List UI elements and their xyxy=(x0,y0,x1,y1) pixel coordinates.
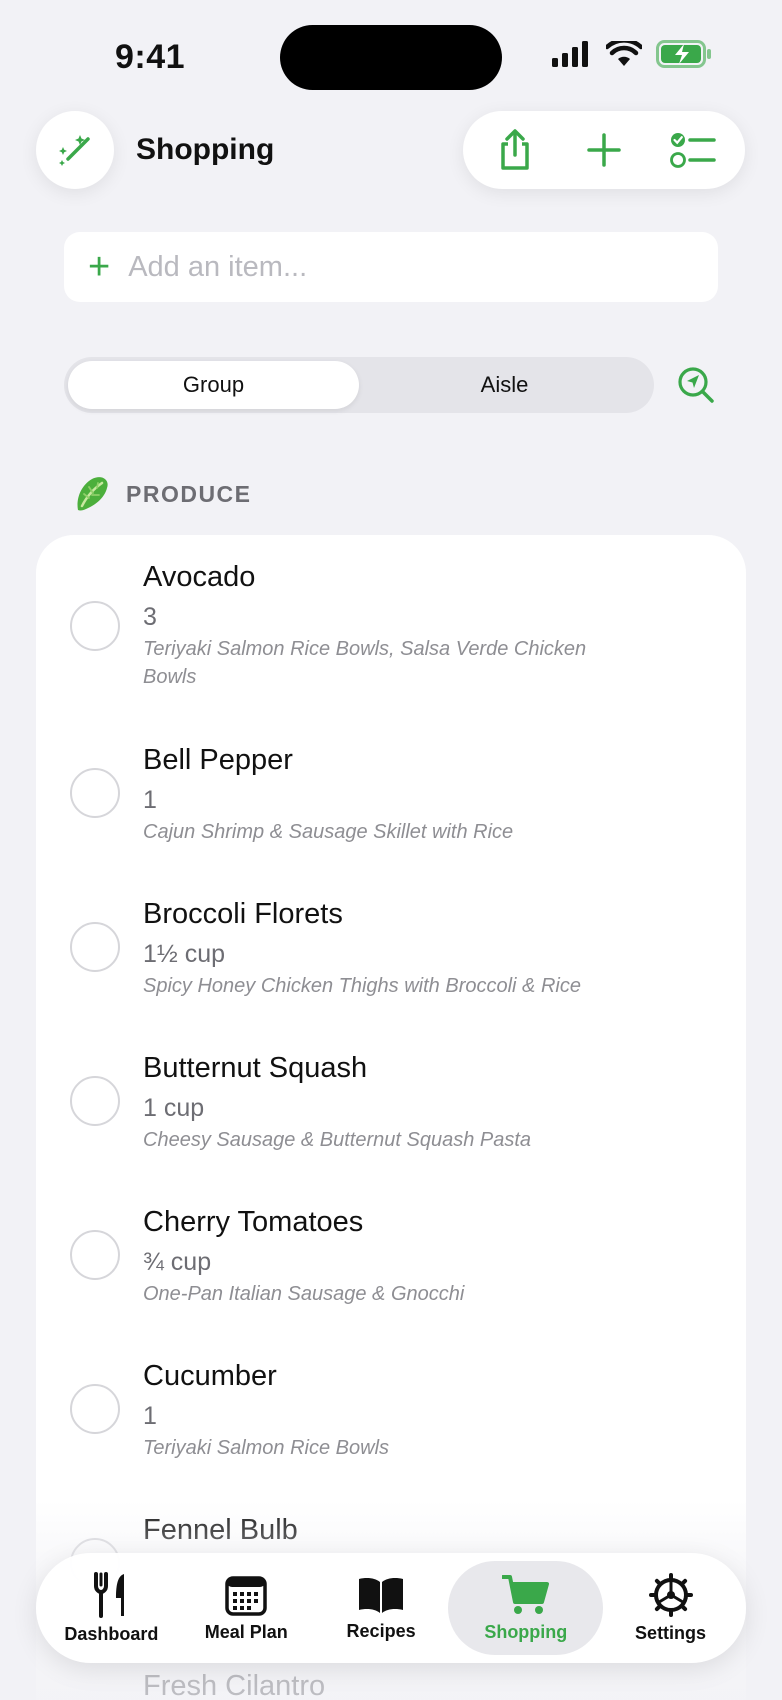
item-name: Avocado xyxy=(143,561,256,593)
tab-settings[interactable]: Settings xyxy=(603,1561,738,1655)
add-item-field[interactable]: + Add an item... xyxy=(64,232,718,302)
item-recipes: Spicy Honey Chicken Thighs with Broccoli… xyxy=(143,975,581,997)
share-icon xyxy=(501,129,530,170)
status-icons xyxy=(552,40,712,68)
tab-meal-plan[interactable]: Meal Plan xyxy=(179,1561,314,1655)
share-button[interactable] xyxy=(480,115,550,185)
header-actions xyxy=(463,111,745,189)
tab-label: Meal Plan xyxy=(204,1621,288,1642)
item-quantity: 1 cup xyxy=(143,1094,205,1122)
tab-bar: Dashboard Meal Plan Recipes Shopping Set… xyxy=(36,1553,746,1663)
item-recipes: Teriyaki Salmon Rice Bowls xyxy=(143,1437,390,1459)
add-item-placeholder: Add an item... xyxy=(128,250,308,283)
checklist-button[interactable] xyxy=(658,115,728,185)
item-quantity: ¾ cup xyxy=(143,1248,212,1276)
item-name: Fennel Bulb xyxy=(143,1514,298,1546)
status-time: 9:41 xyxy=(115,38,186,76)
checklist-icon xyxy=(669,133,716,168)
grouping-segmented-control: Group Aisle xyxy=(64,357,654,413)
section-header-produce: PRODUCE xyxy=(72,474,252,514)
tab-label: Recipes xyxy=(346,1620,416,1641)
segment-group[interactable]: Group xyxy=(68,361,359,409)
wifi-icon xyxy=(606,41,642,66)
signal-icon xyxy=(552,41,588,67)
item-name: Butternut Squash xyxy=(143,1052,368,1084)
tab-label: Dashboard xyxy=(64,1623,159,1644)
dynamic-island xyxy=(280,25,502,90)
item-name: Cucumber xyxy=(143,1360,277,1392)
tab-recipes[interactable]: Recipes xyxy=(314,1561,449,1655)
checkbox-circle[interactable] xyxy=(70,1076,120,1126)
tab-shopping[interactable]: Shopping xyxy=(448,1561,604,1655)
checkbox-circle[interactable] xyxy=(70,1384,120,1434)
book-icon xyxy=(359,1577,404,1613)
produce-list-card: Avocado 3 Teriyaki Salmon Rice Bowls, Sa… xyxy=(36,535,746,1700)
item-quantity: 1 xyxy=(143,1402,157,1430)
item-recipes: Teriyaki Salmon Rice Bowls, Salsa Verde … xyxy=(143,638,587,688)
status-bar: 9:41 xyxy=(0,0,782,110)
item-name: Bell Pepper xyxy=(143,744,293,776)
item-recipes: Cheesy Sausage & Butternut Squash Pasta xyxy=(143,1129,532,1151)
checkbox-circle[interactable] xyxy=(70,1230,120,1280)
tab-label: Settings xyxy=(635,1622,707,1643)
tab-label: Shopping xyxy=(484,1621,568,1642)
item-name: Fresh Cilantro xyxy=(143,1670,326,1700)
item-quantity: 3 xyxy=(143,603,157,631)
plus-icon: + xyxy=(88,246,111,288)
location-search-icon xyxy=(678,367,714,403)
item-name: Cherry Tomatoes xyxy=(143,1206,364,1238)
battery-icon xyxy=(656,40,711,68)
checkbox-circle[interactable] xyxy=(70,601,120,651)
item-recipes: Cajun Shrimp & Sausage Skillet with Rice xyxy=(143,821,514,843)
item-recipes: One-Pan Italian Sausage & Gnocchi xyxy=(143,1283,465,1305)
checkbox-circle[interactable] xyxy=(70,768,120,818)
item-name: Broccoli Florets xyxy=(143,898,343,930)
plus-icon xyxy=(587,133,621,167)
checkbox-circle[interactable] xyxy=(70,922,120,972)
section-label: PRODUCE xyxy=(126,480,252,507)
cart-icon xyxy=(501,1574,549,1614)
lettuce-icon xyxy=(77,477,108,511)
item-quantity: 1 xyxy=(143,786,157,814)
locate-store-button[interactable] xyxy=(674,363,718,407)
magic-wand-button[interactable] xyxy=(36,111,114,189)
segment-aisle[interactable]: Aisle xyxy=(359,361,650,409)
tab-dashboard[interactable]: Dashboard xyxy=(44,1561,179,1655)
add-button[interactable] xyxy=(569,115,639,185)
item-quantity: 1½ cup xyxy=(143,940,226,968)
gear-icon xyxy=(648,1572,693,1617)
fork-knife-icon xyxy=(94,1571,125,1618)
page-title: Shopping xyxy=(136,133,275,166)
magic-wand-icon xyxy=(59,135,90,166)
calendar-icon xyxy=(225,1575,267,1616)
